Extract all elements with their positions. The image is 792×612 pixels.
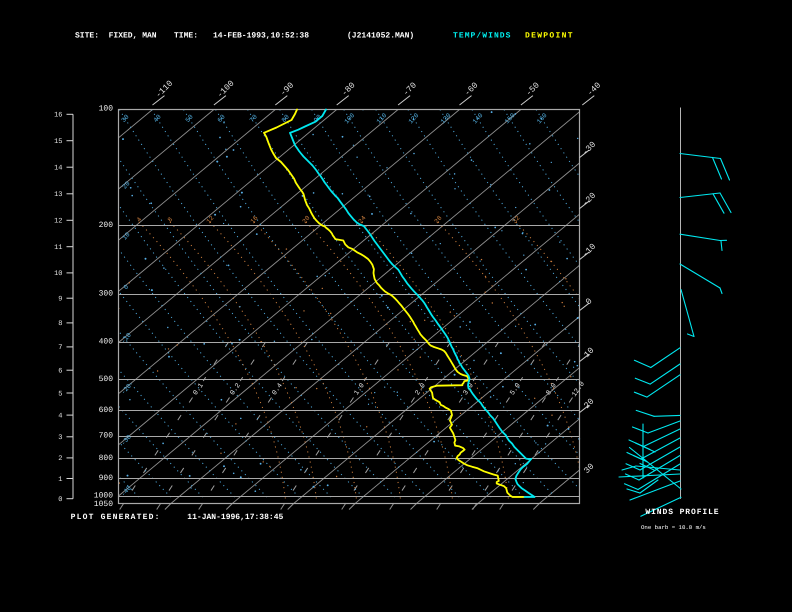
svg-text:100: 100 [99,105,114,114]
svg-text:500: 500 [99,375,114,384]
svg-text:SITE:: SITE: [75,32,99,41]
svg-text:16: 16 [54,112,62,120]
svg-text:12: 12 [54,218,62,226]
svg-text:FIXED, MAN: FIXED, MAN [109,32,157,41]
svg-text:0: 0 [58,496,62,504]
svg-text:11: 11 [54,244,62,252]
svg-text:One barb = 10.0 m/s: One barb = 10.0 m/s [641,524,706,531]
svg-text:13: 13 [54,191,62,199]
svg-text:6: 6 [58,368,62,376]
svg-text:PLOT GENERATED:: PLOT GENERATED: [71,513,161,522]
svg-text:9: 9 [58,296,62,304]
svg-text:600: 600 [99,406,114,415]
svg-text:300: 300 [99,289,114,298]
svg-text:10: 10 [54,270,62,278]
svg-text:DEWPOINT: DEWPOINT [525,32,574,41]
svg-text:1050: 1050 [94,500,113,509]
svg-text:TIME:: TIME: [174,32,198,41]
svg-text:700: 700 [99,432,114,441]
svg-text:1: 1 [58,476,62,484]
svg-text:3: 3 [58,434,62,442]
svg-text:15: 15 [54,138,62,146]
svg-text:200: 200 [99,221,114,230]
svg-text:(J2141052.MAN): (J2141052.MAN) [347,32,414,41]
svg-text:WINDS PROFILE: WINDS PROFILE [645,508,719,517]
svg-text:400: 400 [99,338,114,347]
svg-text:800: 800 [99,454,114,463]
svg-text:14: 14 [54,165,62,173]
svg-text:14-FEB-1993,10:52:38: 14-FEB-1993,10:52:38 [213,32,309,41]
svg-text:900: 900 [99,474,114,483]
svg-text:4: 4 [58,412,62,420]
svg-text:2: 2 [58,455,62,463]
svg-text:5: 5 [58,390,62,398]
svg-text:8: 8 [58,320,62,328]
svg-text:TEMP/WINDS: TEMP/WINDS [453,32,512,41]
svg-text:7: 7 [58,344,62,352]
svg-text:11-JAN-1996,17:38:45: 11-JAN-1996,17:38:45 [187,513,283,522]
